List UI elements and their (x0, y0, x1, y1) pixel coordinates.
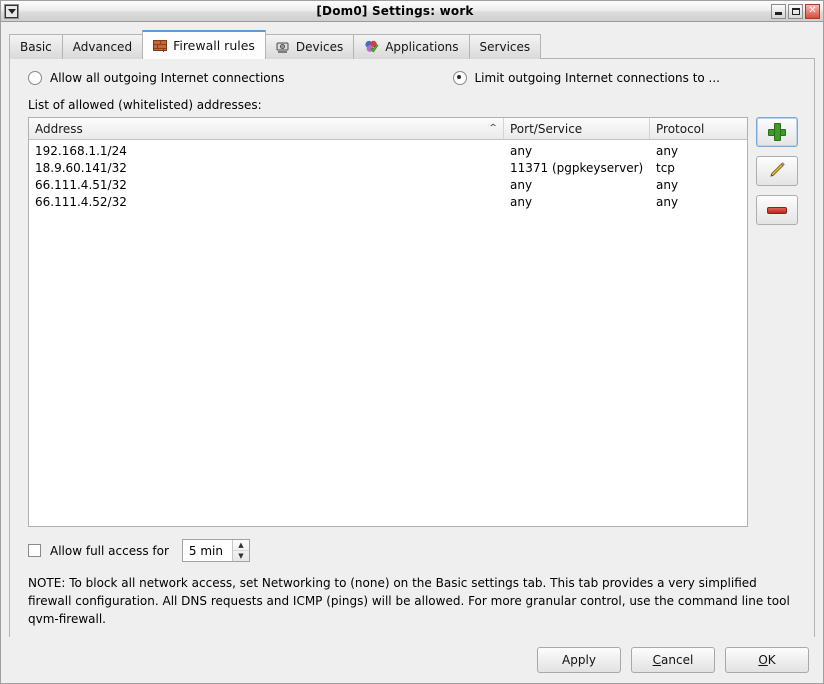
cell-port: any (510, 177, 533, 192)
cell-protocol: any (656, 177, 679, 192)
minus-icon (767, 206, 787, 214)
close-button[interactable]: ✕ (805, 3, 820, 19)
maximize-button[interactable] (788, 3, 803, 19)
cell-address: 18.9.60.141/32 (35, 160, 127, 175)
dialog-footer: Apply Cancel OK (1, 637, 823, 683)
maximize-icon (791, 7, 800, 15)
ok-button[interactable]: OK (725, 647, 809, 673)
rules-area: Address ⌃ Port/Service Protocol 192.168.… (10, 117, 814, 527)
column-header-protocol[interactable]: Protocol (650, 118, 747, 139)
firewall-note: NOTE: To block all network access, set N… (28, 576, 790, 626)
pencil-icon (767, 160, 787, 183)
table-header-row: Address ⌃ Port/Service Protocol (29, 118, 747, 140)
full-access-row: Allow full access for 5 min ▲ ▼ (10, 527, 814, 562)
tab-applications[interactable]: Applications (353, 34, 470, 59)
cell-address: 66.111.4.52/32 (35, 194, 127, 209)
applications-icon (364, 40, 379, 54)
spinner-down-icon[interactable]: ▼ (233, 551, 249, 561)
cell-protocol: any (656, 143, 679, 158)
rule-actions (756, 117, 798, 225)
tab-firewall-rules-label: Firewall rules (173, 38, 255, 53)
remove-rule-button[interactable] (756, 195, 798, 225)
cell-port: 11371 (pgpkeyserver) (510, 160, 644, 175)
tab-advanced[interactable]: Advanced (61, 34, 144, 59)
devices-icon (276, 41, 290, 54)
ok-suffix: K (767, 653, 776, 667)
tab-applications-label: Applications (385, 40, 459, 54)
cell-port: any (510, 194, 533, 209)
minimize-button[interactable] (771, 3, 786, 19)
whitelist-label: List of allowed (whitelisted) addresses: (28, 98, 262, 112)
tab-services[interactable]: Services (468, 34, 542, 59)
radio-limit-outgoing[interactable]: Limit outgoing Internet connections to .… (452, 71, 721, 85)
ok-button-label: OK (758, 653, 775, 667)
cell-protocol: tcp (656, 160, 675, 175)
cell-address: 192.168.1.1/24 (35, 143, 127, 158)
sort-ascending-icon: ⌃ (487, 123, 499, 134)
firewall-rules-table[interactable]: Address ⌃ Port/Service Protocol 192.168.… (28, 117, 748, 527)
tab-firewall-rules[interactable]: Firewall rules (142, 30, 266, 59)
column-header-address-label: Address (35, 121, 83, 136)
tab-devices[interactable]: Devices (264, 34, 355, 59)
tab-advanced-label: Advanced (72, 40, 133, 54)
tab-basic[interactable]: Basic (9, 34, 63, 59)
column-header-port[interactable]: Port/Service (504, 118, 650, 139)
cancel-button-label: Cancel (653, 653, 694, 667)
apply-button-label: Apply (562, 653, 596, 667)
tab-services-label: Services (479, 40, 531, 54)
firewall-rules-panel: Allow all outgoing Internet connections … (9, 59, 815, 646)
window-title: [Dom0] Settings: work (316, 4, 474, 18)
close-icon: ✕ (808, 5, 817, 16)
connection-policy-group: Allow all outgoing Internet connections … (10, 59, 814, 85)
spinner-arrows[interactable]: ▲ ▼ (231, 540, 249, 561)
full-access-duration-stepper[interactable]: 5 min ▲ ▼ (181, 539, 250, 562)
ok-accel: O (758, 653, 768, 667)
cancel-accel: C (652, 653, 662, 667)
radio-limit-outgoing-label: Limit outgoing Internet connections to .… (474, 71, 721, 85)
tab-strip: Basic Advanced Firewall rules Devices Ap… (9, 28, 815, 59)
table-body: 192.168.1.1/24 any any 18.9.60.141/32 11… (29, 140, 747, 210)
radio-allow-all-indicator[interactable] (28, 71, 42, 85)
full-access-checkbox[interactable] (28, 544, 41, 557)
cell-port: any (510, 143, 533, 158)
tab-devices-label: Devices (295, 40, 344, 54)
full-access-duration-value: 5 min (188, 543, 223, 558)
settings-window: [Dom0] Settings: work ✕ Basic Advanced F… (0, 0, 824, 684)
column-header-address[interactable]: Address ⌃ (29, 118, 504, 139)
tab-basic-label: Basic (20, 40, 52, 54)
edit-rule-button[interactable] (756, 156, 798, 186)
minimize-icon (775, 12, 782, 15)
cell-address: 66.111.4.51/32 (35, 177, 127, 192)
radio-allow-all[interactable]: Allow all outgoing Internet connections (28, 71, 285, 85)
apply-button[interactable]: Apply (537, 647, 621, 673)
full-access-label: Allow full access for (50, 543, 169, 558)
table-row[interactable]: 18.9.60.141/32 11371 (pgpkeyserver) tcp (29, 159, 747, 176)
cell-protocol: any (656, 194, 679, 209)
table-row[interactable]: 66.111.4.52/32 any any (29, 193, 747, 210)
radio-allow-all-label: Allow all outgoing Internet connections (50, 71, 285, 85)
table-row[interactable]: 66.111.4.51/32 any any (29, 176, 747, 193)
radio-limit-outgoing-indicator[interactable] (452, 71, 467, 85)
table-row[interactable]: 192.168.1.1/24 any any (29, 142, 747, 159)
add-rule-button[interactable] (756, 117, 798, 147)
window-menu-button[interactable] (4, 3, 19, 19)
title-bar: [Dom0] Settings: work ✕ (1, 1, 823, 22)
cancel-suffix: ancel (661, 653, 694, 667)
column-header-protocol-label: Protocol (656, 121, 705, 136)
window-menu-icon (5, 4, 18, 18)
firewall-brick-icon (153, 40, 168, 51)
plus-icon (768, 123, 786, 141)
chevron-down-icon (7, 8, 16, 14)
spinner-up-icon[interactable]: ▲ (232, 540, 249, 551)
column-header-port-label: Port/Service (510, 121, 583, 136)
cancel-button[interactable]: Cancel (631, 647, 715, 673)
